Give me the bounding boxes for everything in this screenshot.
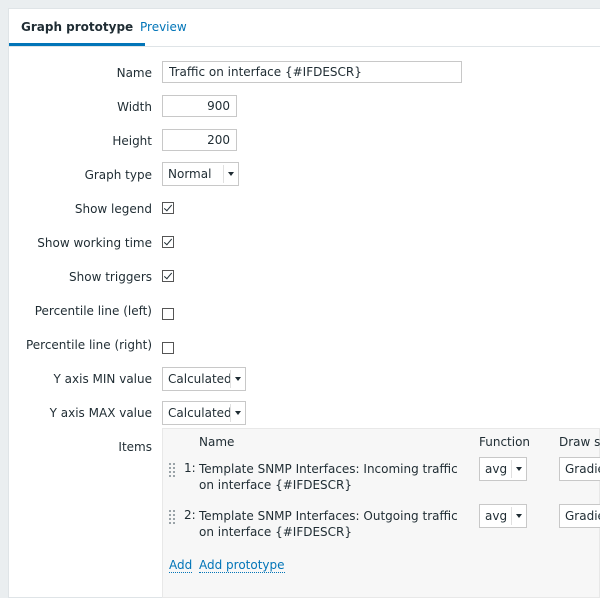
chevron-down-icon: [235, 377, 241, 381]
checkmark-icon: [163, 202, 173, 212]
width-input[interactable]: [162, 95, 237, 117]
item-function-select[interactable]: avg: [479, 457, 527, 481]
show-legend-checkbox[interactable]: [162, 202, 174, 214]
name-input[interactable]: [162, 61, 462, 83]
add-prototype-link[interactable]: Add prototype: [199, 558, 285, 573]
checkmark-icon: [163, 236, 173, 246]
percentile-right-label: Percentile line (right): [25, 338, 152, 352]
item-draw-style-select[interactable]: Gradie: [559, 457, 600, 481]
items-label: Items: [118, 440, 152, 454]
percentile-right-checkbox[interactable]: [162, 342, 174, 354]
y-max-select[interactable]: Calculated: [162, 401, 246, 425]
show-working-time-label: Show working time: [37, 236, 152, 250]
chevron-down-icon: [516, 467, 522, 471]
chevron-down-icon: [235, 411, 241, 415]
graph-type-select[interactable]: Normal: [162, 162, 239, 186]
width-label: Width: [117, 100, 152, 114]
percentile-left-checkbox[interactable]: [162, 308, 174, 320]
checkmark-icon: [163, 270, 173, 280]
items-table: Name Function Draw st 1: Template SNMP I…: [162, 428, 600, 598]
item-function-select[interactable]: avg: [479, 504, 527, 528]
tab-graph-prototype[interactable]: Graph prototype: [9, 9, 146, 46]
show-working-time-checkbox[interactable]: [162, 236, 174, 248]
y-max-label: Y axis MAX value: [49, 406, 152, 420]
graph-type-label: Graph type: [84, 168, 152, 182]
item-draw-style-value: Gradie: [565, 462, 600, 476]
y-max-value: Calculated: [168, 406, 232, 420]
column-header-draw-style: Draw st: [559, 435, 600, 449]
name-label: Name: [116, 66, 152, 80]
item-function-value: avg: [485, 509, 508, 523]
show-triggers-label: Show triggers: [69, 270, 152, 284]
item-draw-style-value: Gradie: [565, 509, 600, 523]
percentile-left-label: Percentile line (left): [34, 304, 152, 318]
y-min-label: Y axis MIN value: [53, 372, 152, 386]
drag-handle-icon[interactable]: [169, 510, 175, 524]
y-min-select[interactable]: Calculated: [162, 367, 246, 391]
add-item-link[interactable]: Add: [169, 558, 193, 573]
height-input[interactable]: [162, 129, 237, 151]
item-name-link[interactable]: Template SNMP Interfaces: Outgoing traff…: [199, 508, 469, 540]
chevron-down-icon: [516, 514, 522, 518]
item-name-link[interactable]: Template SNMP Interfaces: Incoming traff…: [199, 461, 469, 493]
drag-handle-icon[interactable]: [169, 463, 175, 477]
tab-preview[interactable]: Preview: [128, 9, 199, 45]
graph-type-value: Normal: [168, 167, 212, 181]
tab-bar: Graph prototype Preview: [9, 9, 600, 47]
y-min-value: Calculated: [168, 372, 232, 386]
height-label: Height: [112, 134, 152, 148]
show-triggers-checkbox[interactable]: [162, 270, 174, 282]
item-draw-style-select[interactable]: Gradie: [559, 504, 600, 528]
show-legend-label: Show legend: [74, 202, 152, 216]
column-header-name: Name: [199, 435, 235, 449]
item-function-value: avg: [485, 462, 508, 476]
column-header-function: Function: [479, 435, 531, 449]
chevron-down-icon: [228, 172, 234, 176]
item-number: 1:: [184, 461, 196, 475]
item-number: 2:: [184, 508, 196, 522]
